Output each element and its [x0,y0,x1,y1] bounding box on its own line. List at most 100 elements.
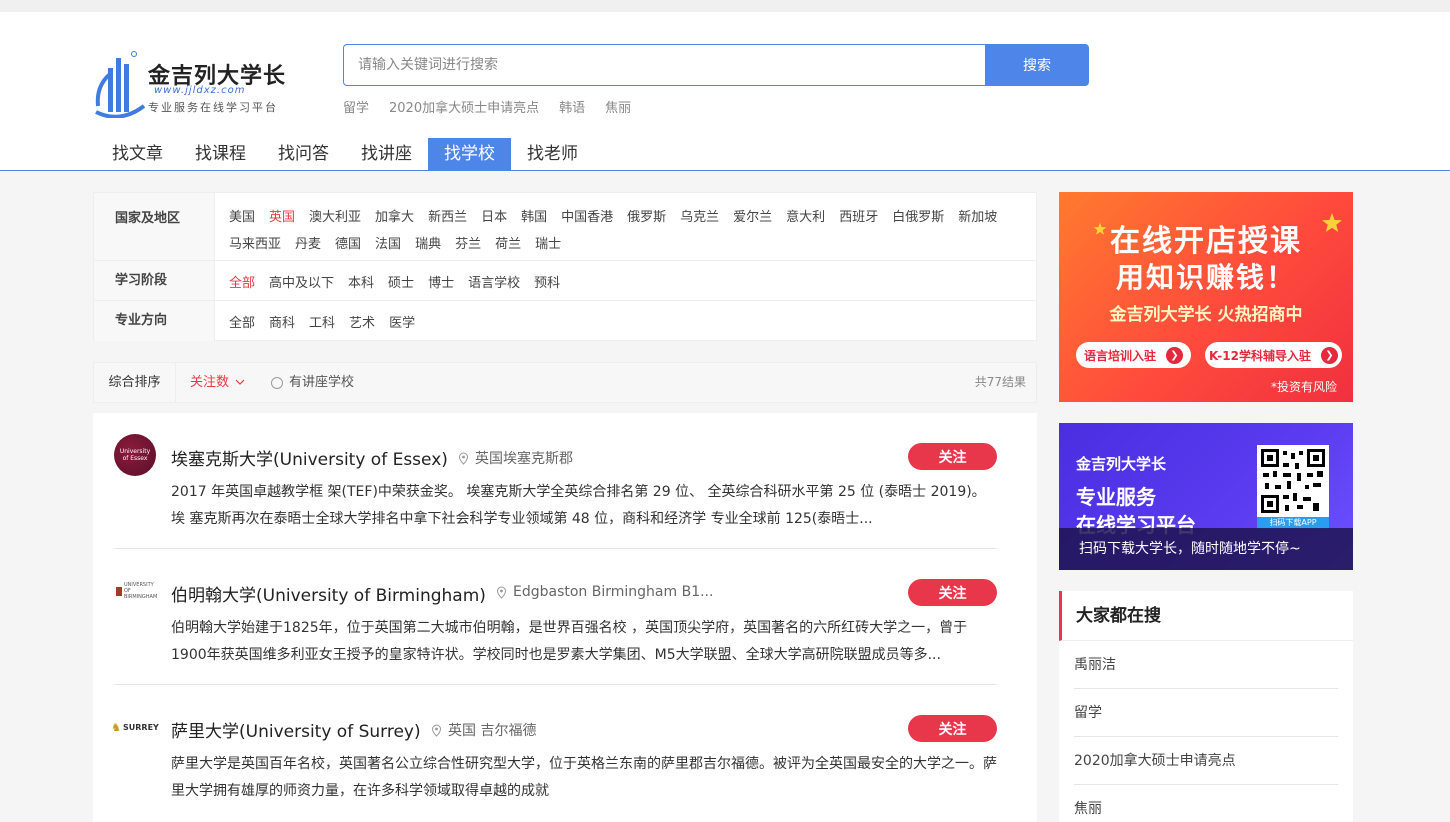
ad2-line2: 专业服务 [1076,485,1156,509]
hot-search-item[interactable]: 留学 [1074,689,1338,737]
ad-banner-open-store[interactable]: 在线开店授课 用知识赚钱！ 金吉列大学长 火热招商中 语言培训入驻 ❯ K-12… [1059,192,1353,402]
filter-option[interactable]: 英国 [269,206,295,225]
filter-option[interactable]: 瑞士 [535,233,561,252]
follow-button[interactable]: 关注 [908,715,997,742]
filter-option[interactable]: 瑞典 [415,233,441,252]
filter-option[interactable]: 芬兰 [455,233,481,252]
ad2-caption: 扫码下载大学长，随时随地学不停~ [1059,528,1353,570]
filter-option[interactable]: 荷兰 [495,233,521,252]
hot-keyword[interactable]: 留学 [343,97,369,116]
tab-lectures[interactable]: 找讲座 [345,138,428,171]
hot-keyword[interactable]: 韩语 [559,97,585,116]
filter-option[interactable]: 硕士 [388,272,414,291]
tab-schools[interactable]: 找学校 [428,138,511,171]
hot-search-item[interactable]: 禹丽洁 [1074,641,1338,689]
filter-option[interactable]: 爱尔兰 [733,206,772,225]
school-location: 英国 吉尔福德 [431,720,536,740]
filter-option[interactable]: 俄罗斯 [627,206,666,225]
hot-keyword[interactable]: 焦丽 [605,97,631,116]
ad1-risk-note: *投资有风险 [1270,380,1337,394]
tab-articles[interactable]: 找文章 [96,138,179,171]
filter-option[interactable]: 丹麦 [295,233,321,252]
filter-option[interactable]: 乌克兰 [680,206,719,225]
follow-button[interactable]: 关注 [908,443,997,470]
arrow-right-icon: ❯ [1166,346,1183,364]
search-input[interactable] [343,44,986,86]
filter-option[interactable]: 语言学校 [468,272,520,291]
school-logo[interactable]: UNIVERSITY OF BIRMINGHAM [114,570,158,612]
filter-option[interactable]: 韩国 [521,206,547,225]
filter-option[interactable]: 高中及以下 [269,272,334,291]
logo-mark-icon [95,51,146,118]
tab-courses[interactable]: 找课程 [179,138,262,171]
radio-icon [271,376,283,389]
filter-option[interactable]: 全部 [229,272,255,291]
follow-button[interactable]: 关注 [908,579,997,606]
school-location-text: 英国 吉尔福德 [448,723,537,739]
filter-option[interactable]: 中国香港 [561,206,613,225]
filter-option[interactable]: 新西兰 [428,206,467,225]
hot-keyword[interactable]: 2020加拿大硕士申请亮点 [389,97,539,116]
tab-teachers[interactable]: 找老师 [511,138,594,171]
school-name[interactable]: 伯明翰大学(University of Birmingham) [171,581,486,606]
ad1-subheadline: 用知识赚钱！ [1115,261,1296,294]
school-logo[interactable]: University of Essex [114,434,156,476]
ad1-language-join-button[interactable]: 语言培训入驻 ❯ [1076,342,1191,368]
filter-option[interactable]: 预科 [534,272,560,291]
filter-option[interactable]: 美国 [229,206,255,225]
hot-search-item[interactable]: 焦丽 [1074,785,1338,822]
filter-option[interactable]: 白俄罗斯 [892,206,944,225]
filter-option[interactable]: 加拿大 [375,206,414,225]
filter-option[interactable]: 博士 [428,272,454,291]
filter-option[interactable]: 意大利 [786,206,825,225]
filter-option[interactable]: 马来西亚 [229,233,281,252]
sort-followers[interactable]: 关注数 [190,363,245,402]
logo-url: www.jjldxz.com [154,85,246,96]
ad-banner-download-app[interactable]: 金吉列大学长 专业服务 在线学习平台 扫码下载APP 扫码下载大学长，随时随地学… [1059,423,1353,570]
filter-options: 全部 高中及以下 本科 硕士 博士 语言学校 预科 [229,272,1019,291]
surrey-logo-text: SURREY [123,722,159,732]
filter-option[interactable]: 商科 [269,312,295,331]
ad1-pill-label: K-12学科辅导入驻 [1209,348,1311,363]
filter-option[interactable]: 艺术 [349,312,375,331]
ad1-pill-label: 语言培训入驻 [1083,348,1156,363]
surrey-logo-icon: ♞ SURREY [111,721,159,734]
birmingham-logo-text: UNIVERSITY OF BIRMINGHAM [124,582,158,600]
ad2-brand: 金吉列大学长 [1076,455,1167,473]
shield-icon [116,586,122,596]
search-button[interactable]: 搜索 [985,44,1089,86]
ad1-tagline: 金吉列大学长 火热招商中 [1109,305,1303,325]
location-pin-icon [431,723,442,737]
school-logo[interactable]: ♞ SURREY [111,706,159,748]
essex-logo-icon: University of Essex [114,434,156,476]
filter-option[interactable]: 德国 [335,233,361,252]
filter-option[interactable]: 工科 [309,312,335,331]
filter-row-stage: 学习阶段 全部 高中及以下 本科 硕士 博士 语言学校 预科 [94,261,1036,301]
filter-label: 专业方向 [94,301,215,341]
school-name[interactable]: 萨里大学(University of Surrey) [171,717,421,742]
filter-panel: 国家及地区 美国 英国 澳大利亚 加拿大 新西兰 日本 韩国 中国香港 俄罗斯 乌克兰 爱尔兰 意大利… [93,192,1037,341]
main-nav: 找文章 找课程 找问答 找讲座 找学校 找老师 [96,138,594,171]
filter-option[interactable]: 本科 [348,272,374,291]
tab-qa[interactable]: 找问答 [262,138,345,171]
hot-search-item[interactable]: 2020加拿大硕士申请亮点 [1074,737,1338,785]
lecture-filter-label: 有讲座学校 [289,375,355,390]
hot-search-title: 大家都在搜 [1059,591,1353,641]
filter-option[interactable]: 新加坡 [958,206,997,225]
top-strip [0,0,1450,12]
filter-option[interactable]: 医学 [389,312,415,331]
filter-option[interactable]: 法国 [375,233,401,252]
lecture-filter-toggle[interactable]: 有讲座学校 [271,363,354,402]
school-item: UNIVERSITY OF BIRMINGHAM 伯明翰大学(Universit… [114,549,997,685]
site-logo[interactable]: 金吉列大学长 www.jjldxz.com 专业服务在线学习平台 [92,46,292,118]
sort-comprehensive[interactable]: 综合排序 [94,363,176,402]
ad1-k12-join-button[interactable]: K-12学科辅导入驻 ❯ [1205,342,1342,368]
school-name[interactable]: 埃塞克斯大学(University of Essex) [171,445,448,470]
filter-option[interactable]: 澳大利亚 [309,206,361,225]
qr-code-icon [1257,445,1329,517]
filter-option[interactable]: 全部 [229,312,255,331]
filter-option[interactable]: 西班牙 [839,206,878,225]
school-location: 英国埃塞克斯郡 [458,448,573,468]
filter-option[interactable]: 日本 [481,206,507,225]
hot-keywords: 留学 2020加拿大硕士申请亮点 韩语 焦丽 [343,97,631,116]
